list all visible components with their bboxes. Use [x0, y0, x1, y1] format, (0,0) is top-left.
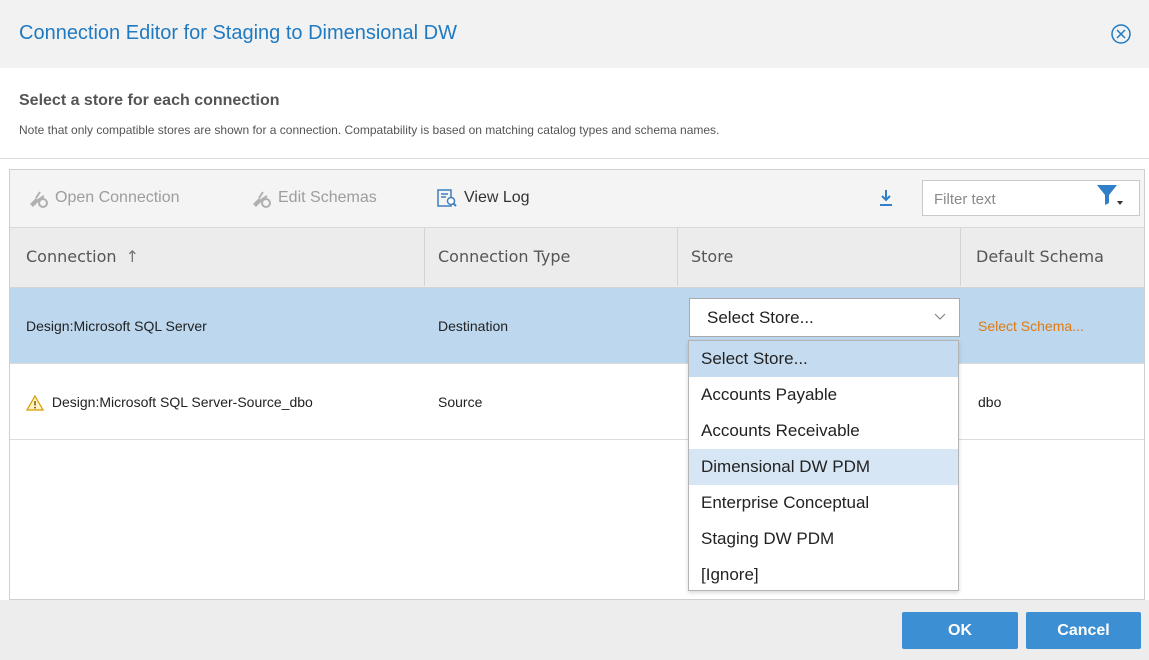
- filter-funnel-icon[interactable]: [1095, 183, 1125, 207]
- grid-header: Connection ↑ Connection Type Store Defau…: [10, 228, 1144, 288]
- plug-gear-icon: [30, 191, 48, 208]
- store-option[interactable]: Staging DW PDM: [689, 521, 958, 557]
- ok-button[interactable]: OK: [902, 612, 1018, 649]
- table-row[interactable]: Design:Microsoft SQL Server-Source_dbo S…: [10, 364, 1144, 440]
- chevron-down-icon: [934, 313, 946, 320]
- edit-schemas-label: Edit Schemas: [278, 189, 377, 206]
- open-connection-label: Open Connection: [55, 189, 180, 206]
- store-option[interactable]: Select Store...: [689, 341, 958, 377]
- select-schema-label: Select Schema...: [978, 318, 1084, 334]
- view-log-button[interactable]: View Log: [436, 186, 530, 210]
- connection-type-cell: Destination: [438, 318, 509, 334]
- store-option[interactable]: Enterprise Conceptual: [689, 485, 958, 521]
- column-connection-type[interactable]: Connection Type: [438, 228, 570, 286]
- log-search-icon: [437, 189, 457, 207]
- dialog-title: Connection Editor for Staging to Dimensi…: [19, 22, 457, 44]
- dialog-footer: OK Cancel: [0, 600, 1149, 660]
- column-store[interactable]: Store: [691, 228, 733, 286]
- column-default-schema[interactable]: Default Schema: [976, 228, 1104, 286]
- edit-schemas-button[interactable]: Edit Schemas: [250, 186, 377, 210]
- connection-label: Design:Microsoft SQL Server-Source_dbo: [51, 394, 313, 410]
- cancel-button[interactable]: Cancel: [1026, 612, 1141, 649]
- open-connection-button[interactable]: Open Connection: [27, 186, 180, 210]
- compatibility-note: Note that only compatible stores are sho…: [19, 123, 720, 137]
- default-schema-cell: dbo: [978, 394, 1002, 410]
- column-connection[interactable]: Connection ↑: [26, 228, 139, 286]
- store-select-value: Select Store...: [707, 308, 814, 327]
- connection-type-cell: Source: [438, 394, 483, 410]
- divider: [0, 158, 1149, 159]
- view-log-label: View Log: [464, 189, 530, 206]
- store-option[interactable]: [Ignore]: [689, 557, 958, 593]
- column-divider[interactable]: [677, 228, 678, 286]
- store-dropdown-list: Select Store... Accounts Payable Account…: [688, 340, 959, 591]
- close-icon[interactable]: [1110, 23, 1132, 45]
- store-option[interactable]: Accounts Payable: [689, 377, 958, 413]
- dialog-titlebar: Connection Editor for Staging to Dimensi…: [0, 0, 1149, 68]
- table-row[interactable]: Design:Microsoft SQL Server Destination …: [10, 288, 1144, 364]
- store-select[interactable]: Select Store...: [689, 298, 960, 337]
- sort-ascending-icon: ↑: [125, 247, 140, 266]
- select-schema-link[interactable]: Select Schema...: [978, 288, 1084, 364]
- connection-cell: Design:Microsoft SQL Server: [26, 318, 207, 334]
- grid-toolbar: Open Connection Edit Schemas View Log Fi…: [10, 170, 1144, 228]
- plug-gear-icon: [253, 191, 271, 208]
- connection-cell: Design:Microsoft SQL Server-Source_dbo: [25, 364, 313, 440]
- store-option[interactable]: Accounts Receivable: [689, 413, 958, 449]
- column-divider[interactable]: [960, 228, 961, 286]
- section-heading: Select a store for each connection: [19, 92, 280, 109]
- download-icon[interactable]: [878, 189, 894, 207]
- column-connection-label: Connection: [26, 247, 117, 266]
- warning-icon: [25, 395, 45, 411]
- connections-grid: Open Connection Edit Schemas View Log Fi…: [9, 169, 1145, 600]
- column-divider[interactable]: [424, 228, 425, 286]
- store-option[interactable]: Dimensional DW PDM: [689, 449, 958, 485]
